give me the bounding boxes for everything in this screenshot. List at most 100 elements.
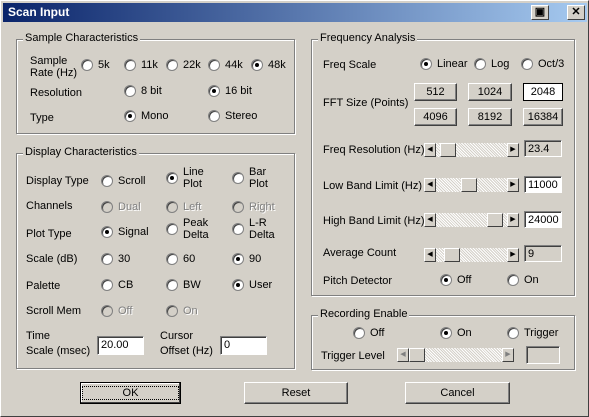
recording-off-radio[interactable]: Off <box>353 327 384 339</box>
channels-dual-radio[interactable]: Dual <box>101 201 141 213</box>
average-count-label: Average Count <box>323 247 397 259</box>
slider-thumb[interactable] <box>440 143 456 157</box>
freq-scale-log-radio[interactable]: Log <box>474 58 509 70</box>
sample-characteristics-label: Sample Characteristics <box>23 32 141 44</box>
cancel-button[interactable]: Cancel <box>405 382 510 404</box>
slider-thumb[interactable] <box>487 213 503 227</box>
reset-button[interactable]: Reset <box>244 382 348 404</box>
recording-enable-group: Recording Enable Off On Trigger Trigger … <box>311 308 575 370</box>
cursor-offset-input[interactable]: 0 <box>220 336 267 355</box>
slider-right-arrow-icon[interactable]: ▶ <box>507 248 519 262</box>
scroll-mem-off-radio[interactable]: Off <box>101 305 132 317</box>
trigger-level-label: Trigger Level <box>321 350 385 362</box>
high-band-limit-input[interactable]: 24000 <box>524 211 562 228</box>
freq-resolution-label: Freq Resolution (Hz) <box>323 144 425 156</box>
slider-thumb[interactable] <box>409 348 425 362</box>
pitch-detector-on-radio[interactable]: On <box>507 274 539 286</box>
low-band-limit-label: Low Band Limit (Hz) <box>323 180 423 192</box>
pitch-detector-off-radio[interactable]: Off <box>440 274 471 286</box>
freq-resolution-slider[interactable]: ◀ ▶ <box>424 143 519 157</box>
cursor-offset-label-2: Offset (Hz) <box>160 345 213 357</box>
fft-size-4096-button[interactable]: 4096 <box>414 108 457 126</box>
close-icon[interactable]: ✕ <box>567 5 585 20</box>
window-title: Scan Input <box>8 5 70 19</box>
recording-trigger-radio[interactable]: Trigger <box>507 327 558 339</box>
palette-label: Palette <box>26 280 61 292</box>
freq-scale-oct3-radio[interactable]: Oct/3 <box>521 58 564 70</box>
display-characteristics-group: Display Characteristics Display Type Scr… <box>16 146 295 369</box>
scale-db-label: Scale (dB) <box>26 253 78 265</box>
ok-button[interactable]: OK <box>80 382 181 404</box>
plot-type-label: Plot Type <box>26 228 72 240</box>
sample-rate-5k-radio[interactable]: 5k <box>81 59 110 71</box>
palette-cb-radio[interactable]: CB <box>101 279 133 291</box>
fft-size-8192-button[interactable]: 8192 <box>468 108 512 126</box>
title-bar: Scan Input ▣ ✕ <box>3 3 587 22</box>
slider-right-arrow-icon[interactable]: ▶ <box>502 348 514 362</box>
slider-left-arrow-icon[interactable]: ◀ <box>424 143 436 157</box>
sample-rate-label: Sample <box>30 55 68 67</box>
freq-scale-linear-radio[interactable]: Linear <box>420 58 468 70</box>
channels-left-radio[interactable]: Left <box>166 201 201 213</box>
plot-type-peak-delta-radio[interactable]: Peak Delta <box>166 217 209 241</box>
plot-type-signal-radio[interactable]: Signal <box>101 226 149 238</box>
resolution-8bit-radio[interactable]: 8 bit <box>124 85 162 97</box>
trigger-level-input[interactable] <box>526 346 560 364</box>
pitch-detector-label: Pitch Detector <box>323 275 393 287</box>
sample-rate-label-2: Rate (Hz) <box>30 67 78 79</box>
low-band-limit-slider[interactable]: ◀ ▶ <box>424 178 519 192</box>
fft-size-2048-button[interactable]: 2048 <box>523 83 563 101</box>
freq-scale-label: Freq Scale <box>323 59 377 71</box>
trigger-level-slider[interactable]: ◀ ▶ <box>397 348 514 362</box>
palette-user-radio[interactable]: User <box>232 279 272 291</box>
plot-type-lr-delta-radio[interactable]: L-R Delta <box>232 217 275 241</box>
frequency-analysis-label: Frequency Analysis <box>318 32 418 44</box>
time-scale-input[interactable]: 20.00 <box>97 336 144 355</box>
slider-thumb[interactable] <box>444 248 460 262</box>
fft-size-1024-button[interactable]: 1024 <box>468 83 512 101</box>
high-band-limit-slider[interactable]: ◀ ▶ <box>424 213 519 227</box>
fft-size-512-button[interactable]: 512 <box>414 83 457 101</box>
sample-characteristics-group: Sample Characteristics Sample Rate (Hz) … <box>16 32 295 134</box>
sample-rate-44k-radio[interactable]: 44k <box>208 59 243 71</box>
frequency-analysis-group: Frequency Analysis Freq Scale Linear Log… <box>311 32 575 296</box>
time-scale-label: Time <box>26 330 51 342</box>
high-band-limit-label: High Band Limit (Hz) <box>323 215 425 227</box>
resolution-label: Resolution <box>30 87 82 99</box>
freq-resolution-value: 23.4 <box>524 140 562 157</box>
slider-right-arrow-icon[interactable]: ▶ <box>507 213 519 227</box>
channels-right-radio[interactable]: Right <box>232 201 275 213</box>
sample-rate-48k-radio[interactable]: 48k <box>251 59 286 71</box>
slider-right-arrow-icon[interactable]: ▶ <box>507 143 519 157</box>
display-type-line-plot-radio[interactable]: Line Plot <box>166 166 204 190</box>
fft-size-16384-button[interactable]: 16384 <box>523 108 563 126</box>
scale-30-radio[interactable]: 30 <box>101 253 130 265</box>
average-count-value: 9 <box>524 245 562 262</box>
palette-bw-radio[interactable]: BW <box>166 279 201 291</box>
slider-left-arrow-icon[interactable]: ◀ <box>397 348 409 362</box>
sample-rate-22k-radio[interactable]: 22k <box>166 59 201 71</box>
time-scale-label-2: Scale (msec) <box>26 345 91 357</box>
display-type-bar-plot-radio[interactable]: Bar Plot <box>232 166 268 190</box>
slider-thumb[interactable] <box>461 178 477 192</box>
scale-90-radio[interactable]: 90 <box>232 253 261 265</box>
scroll-mem-label: Scroll Mem <box>26 305 82 317</box>
low-band-limit-input[interactable]: 11000 <box>524 176 562 193</box>
cursor-offset-label: Cursor <box>160 330 194 342</box>
slider-left-arrow-icon[interactable]: ◀ <box>424 213 436 227</box>
recording-on-radio[interactable]: On <box>440 327 472 339</box>
resolution-16bit-radio[interactable]: 16 bit <box>208 85 252 97</box>
channels-label: Channels <box>26 200 73 212</box>
type-mono-radio[interactable]: Mono <box>124 110 169 122</box>
type-label: Type <box>30 112 54 124</box>
scroll-mem-on-radio[interactable]: On <box>166 305 198 317</box>
sample-rate-11k-radio[interactable]: 11k <box>124 59 158 71</box>
slider-left-arrow-icon[interactable]: ◀ <box>424 178 436 192</box>
scale-60-radio[interactable]: 60 <box>166 253 195 265</box>
slider-left-arrow-icon[interactable]: ◀ <box>424 248 436 262</box>
display-type-scroll-radio[interactable]: Scroll <box>101 175 146 187</box>
type-stereo-radio[interactable]: Stereo <box>208 110 257 122</box>
slider-right-arrow-icon[interactable]: ▶ <box>507 178 519 192</box>
average-count-slider[interactable]: ◀ ▶ <box>424 248 519 262</box>
copy-icon[interactable]: ▣ <box>531 5 549 20</box>
